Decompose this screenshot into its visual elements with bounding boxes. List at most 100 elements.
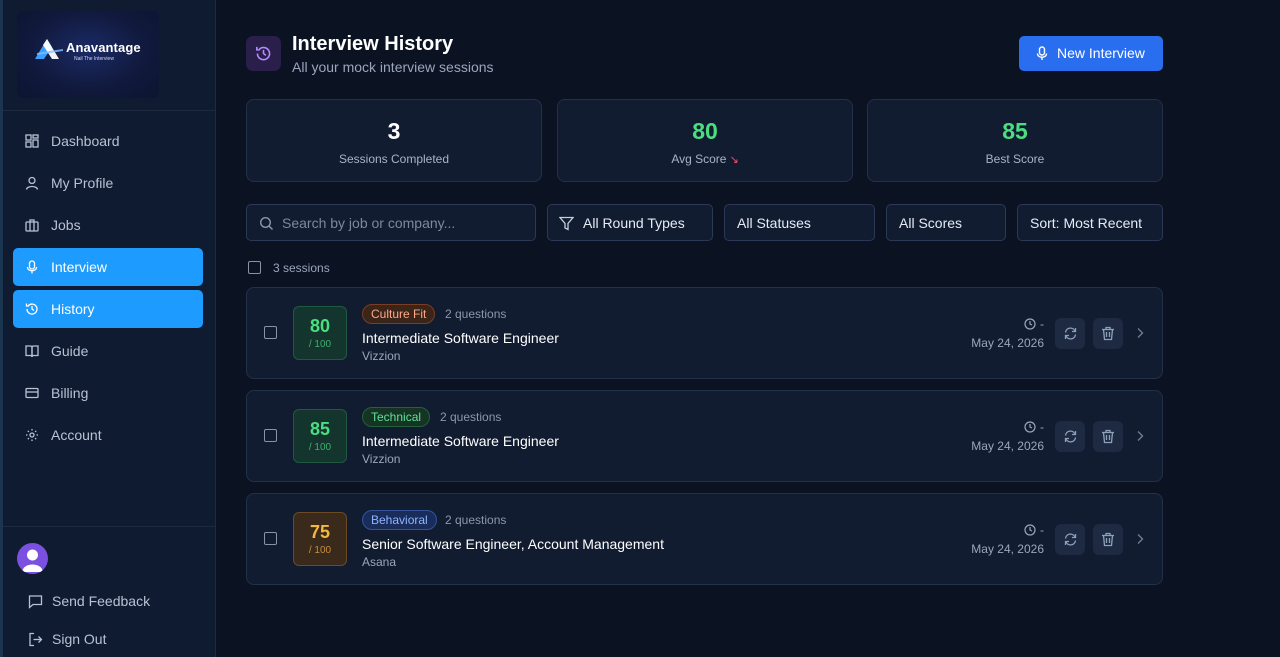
- search-icon: [259, 216, 273, 230]
- sidebar-item-label: Dashboard: [51, 133, 120, 149]
- sidebar-item-label: Billing: [51, 385, 89, 401]
- refresh-icon: [1064, 430, 1076, 443]
- book-icon: [25, 345, 39, 358]
- session-date: May 24, 2026: [971, 336, 1044, 350]
- score-badge: 75 / 100: [293, 512, 347, 566]
- stat-label: Sessions Completed: [338, 152, 450, 166]
- brand-tagline: Nail The Interview: [74, 56, 114, 62]
- search-input[interactable]: Search by job or company...: [246, 204, 536, 241]
- score-value: 85: [309, 419, 331, 439]
- history-icon: [25, 303, 38, 315]
- row-checkbox[interactable]: [264, 532, 277, 545]
- chevron-right-icon[interactable]: [1136, 327, 1144, 339]
- delete-button[interactable]: [1093, 421, 1123, 452]
- sort-select[interactable]: Sort: Most Recent: [1017, 204, 1163, 241]
- sidebar: Anavantage Nail The Interview Dashboard …: [0, 0, 216, 657]
- job-title: Senior Software Engineer, Account Manage…: [362, 536, 664, 552]
- row-checkbox[interactable]: [264, 326, 277, 339]
- stat-best-score: 85 Best Score: [867, 99, 1163, 182]
- delete-button[interactable]: [1093, 318, 1123, 349]
- score-max: / 100: [308, 339, 332, 350]
- company-name: Vizzion: [362, 452, 401, 466]
- logo-mark-icon: [35, 39, 63, 59]
- trash-icon: [1102, 326, 1114, 341]
- sign-out-label: Sign Out: [52, 631, 107, 647]
- select-all-checkbox[interactable]: [248, 261, 261, 274]
- clock-icon: [1024, 318, 1036, 330]
- sidebar-item-label: Guide: [51, 343, 89, 359]
- briefcase-icon: [25, 219, 39, 232]
- stat-value: 3: [387, 118, 401, 144]
- duration-value: -: [1040, 523, 1044, 537]
- sign-out-icon: [29, 632, 43, 646]
- delete-button[interactable]: [1093, 524, 1123, 555]
- sidebar-item-label: My Profile: [51, 175, 114, 191]
- duration-value: -: [1040, 317, 1044, 331]
- company-name: Vizzion: [362, 349, 401, 363]
- gear-icon: [26, 429, 38, 441]
- sidebar-item-interview[interactable]: Interview: [13, 248, 203, 286]
- stat-value: 80: [692, 118, 718, 144]
- duration: -: [1024, 420, 1044, 434]
- round-type-value: All Round Types: [583, 215, 685, 231]
- user-avatar-icon: [22, 549, 43, 572]
- chevron-right-icon[interactable]: [1136, 430, 1144, 442]
- stat-sessions-completed: 3 Sessions Completed: [246, 99, 542, 182]
- history-icon: [256, 46, 271, 61]
- sidebar-item-guide[interactable]: Guide: [13, 332, 203, 370]
- message-icon: [28, 594, 43, 609]
- duration-value: -: [1040, 420, 1044, 434]
- send-feedback-link[interactable]: Send Feedback: [28, 591, 150, 611]
- logo[interactable]: Anavantage Nail The Interview: [17, 11, 159, 98]
- credit-card-icon: [25, 387, 39, 399]
- trend-down-icon: ↘: [729, 154, 739, 166]
- question-count: 2 questions: [445, 513, 507, 527]
- stat-label: Best Score: [985, 152, 1045, 166]
- trash-icon: [1102, 429, 1114, 444]
- sidebar-item-billing[interactable]: Billing: [13, 374, 203, 412]
- duration: -: [1024, 523, 1044, 537]
- status-select[interactable]: All Statuses: [724, 204, 875, 241]
- session-row[interactable]: 85 / 100 Technical 2 questions Intermedi…: [246, 390, 1163, 482]
- filter-icon: [559, 216, 574, 231]
- session-row[interactable]: 80 / 100 Culture Fit 2 questions Interme…: [246, 287, 1163, 379]
- stat-avg-score: 80 Avg Score ↘: [557, 99, 853, 182]
- trash-icon: [1102, 532, 1114, 547]
- page-subtitle: All your mock interview sessions: [292, 59, 494, 75]
- history-header-icon: [246, 36, 281, 71]
- company-name: Asana: [362, 555, 397, 569]
- session-date: May 24, 2026: [971, 439, 1044, 453]
- sidebar-item-dashboard[interactable]: Dashboard: [13, 122, 203, 160]
- scores-select[interactable]: All Scores: [886, 204, 1006, 241]
- score-badge: 80 / 100: [293, 306, 347, 360]
- sidebar-item-label: Account: [51, 427, 102, 443]
- sign-out-link[interactable]: Sign Out: [28, 629, 106, 649]
- chevron-right-icon[interactable]: [1136, 533, 1144, 545]
- clock-icon: [1024, 524, 1036, 536]
- new-interview-label: New Interview: [1057, 45, 1145, 61]
- round-type-select[interactable]: All Round Types: [547, 204, 713, 241]
- round-type-badge: Behavioral: [362, 510, 437, 530]
- refresh-icon: [1064, 327, 1076, 340]
- sidebar-item-jobs[interactable]: Jobs: [13, 206, 203, 244]
- row-checkbox[interactable]: [264, 429, 277, 442]
- score-value: 80: [309, 316, 331, 336]
- status-value: All Statuses: [737, 215, 811, 231]
- new-interview-button[interactable]: New Interview: [1019, 36, 1163, 71]
- sidebar-item-my-profile[interactable]: My Profile: [13, 164, 203, 202]
- stat-value: 85: [1002, 118, 1028, 144]
- user-icon: [25, 176, 39, 190]
- retry-button[interactable]: [1055, 318, 1085, 349]
- sort-value: Sort: Most Recent: [1030, 215, 1143, 231]
- retry-button[interactable]: [1055, 524, 1085, 555]
- retry-button[interactable]: [1055, 421, 1085, 452]
- session-row[interactable]: 75 / 100 Behavioral 2 questions Senior S…: [246, 493, 1163, 585]
- avatar[interactable]: [17, 543, 48, 574]
- microphone-icon: [26, 260, 38, 274]
- sidebar-item-account[interactable]: Account: [13, 416, 203, 454]
- brand-name: Anavantage: [66, 40, 141, 55]
- sidebar-item-history[interactable]: History: [13, 290, 203, 328]
- sidebar-item-label: Jobs: [51, 217, 81, 233]
- sidebar-divider: [3, 110, 215, 111]
- round-type-badge: Technical: [362, 407, 431, 427]
